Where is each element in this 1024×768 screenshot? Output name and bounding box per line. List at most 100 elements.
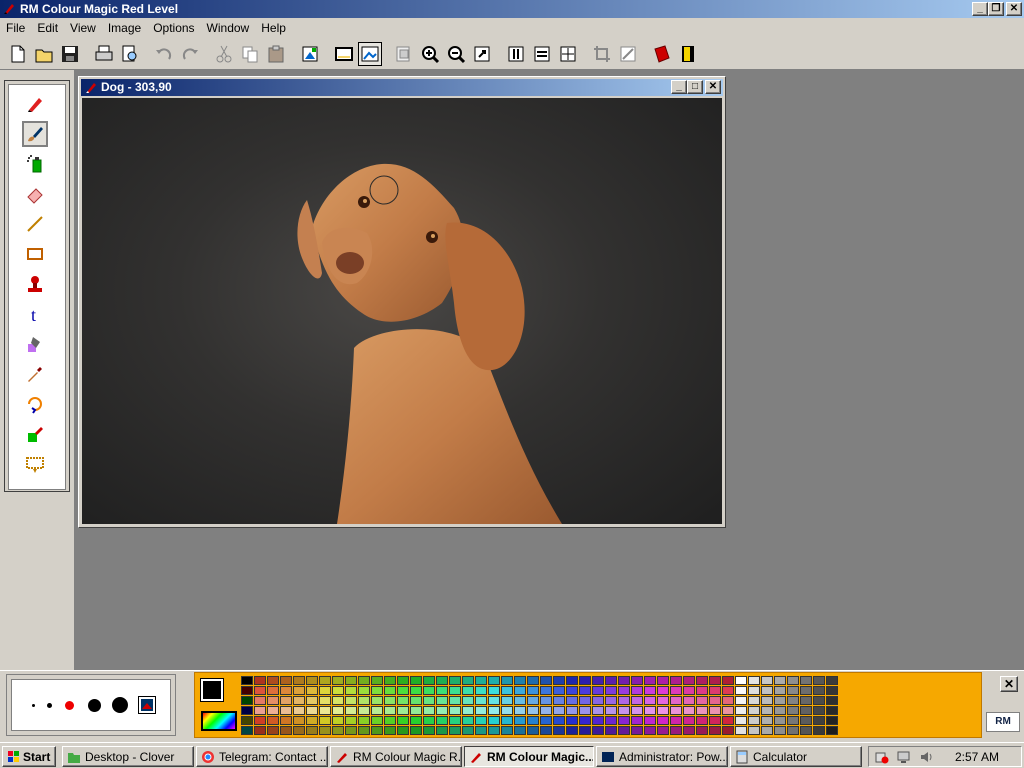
color-swatch[interactable] [787, 706, 799, 715]
color-swatch[interactable] [579, 706, 591, 715]
color-swatch[interactable] [410, 716, 422, 725]
color-swatch[interactable] [761, 676, 773, 685]
color-swatch[interactable] [657, 686, 669, 695]
color-swatch[interactable] [722, 676, 734, 685]
color-swatch[interactable] [631, 686, 643, 695]
color-swatch[interactable] [371, 686, 383, 695]
crop-icon[interactable] [590, 42, 614, 66]
stamp-icon[interactable] [22, 271, 48, 297]
color-swatch[interactable] [631, 706, 643, 715]
color-swatch[interactable] [618, 676, 630, 685]
color-swatch[interactable] [631, 696, 643, 705]
color-swatch[interactable] [774, 726, 786, 735]
color-swatch[interactable] [696, 676, 708, 685]
text-icon[interactable]: t [22, 301, 48, 327]
color-swatch[interactable] [384, 686, 396, 695]
color-swatch[interactable] [332, 706, 344, 715]
brush-size-extra-large[interactable] [112, 697, 128, 713]
color-swatch[interactable] [384, 706, 396, 715]
task-powershell[interactable]: Administrator: Pow... [596, 746, 728, 767]
color-swatch[interactable] [722, 696, 734, 705]
color-swatch[interactable] [774, 676, 786, 685]
color-swatch[interactable] [592, 686, 604, 695]
color-swatch[interactable] [709, 726, 721, 735]
task-desktop-clover[interactable]: Desktop - Clover [62, 746, 194, 767]
color-swatch[interactable] [553, 686, 565, 695]
fit-window-icon[interactable] [556, 42, 580, 66]
color-swatch[interactable] [449, 696, 461, 705]
color-swatch[interactable] [358, 726, 370, 735]
cut-icon[interactable] [212, 42, 236, 66]
color-swatch[interactable] [748, 686, 760, 695]
color-swatch[interactable] [683, 696, 695, 705]
color-swatch[interactable] [241, 706, 253, 715]
color-swatch[interactable] [384, 696, 396, 705]
color-swatch[interactable] [579, 726, 591, 735]
rotate-shape-icon[interactable] [22, 391, 48, 417]
color-swatch[interactable] [800, 676, 812, 685]
color-swatch[interactable] [813, 706, 825, 715]
color-swatch[interactable] [514, 726, 526, 735]
color-swatch[interactable] [254, 696, 266, 705]
close-palette-button[interactable]: ✕ [1000, 676, 1018, 692]
flip-horizontal-icon[interactable] [504, 42, 528, 66]
color-swatch[interactable] [696, 716, 708, 725]
color-swatch[interactable] [618, 706, 630, 715]
color-swatch[interactable] [436, 726, 448, 735]
color-swatch[interactable] [488, 726, 500, 735]
brush-size-tiny[interactable] [32, 704, 35, 707]
color-swatch[interactable] [449, 726, 461, 735]
color-swatch[interactable] [709, 706, 721, 715]
color-swatch[interactable] [787, 676, 799, 685]
color-swatch[interactable] [683, 686, 695, 695]
copy-icon[interactable] [238, 42, 262, 66]
color-swatch[interactable] [319, 696, 331, 705]
color-swatch[interactable] [358, 706, 370, 715]
color-swatch[interactable] [605, 726, 617, 735]
start-button[interactable]: Start [2, 746, 56, 767]
restore-button[interactable]: ❐ [988, 2, 1004, 16]
color-swatch[interactable] [579, 676, 591, 685]
color-swatch[interactable] [761, 686, 773, 695]
color-swatch[interactable] [540, 686, 552, 695]
color-swatch[interactable] [449, 676, 461, 685]
color-swatch[interactable] [306, 676, 318, 685]
menu-window[interactable]: Window [201, 21, 256, 35]
color-swatch[interactable] [748, 696, 760, 705]
color-swatch[interactable] [670, 716, 682, 725]
color-swatch[interactable] [475, 696, 487, 705]
color-swatch[interactable] [449, 716, 461, 725]
color-swatch[interactable] [826, 696, 838, 705]
color-swatch[interactable] [501, 676, 513, 685]
color-swatch[interactable] [605, 676, 617, 685]
color-swatch[interactable] [358, 696, 370, 705]
color-swatch[interactable] [371, 696, 383, 705]
color-swatch[interactable] [436, 676, 448, 685]
color-swatch[interactable] [800, 726, 812, 735]
color-swatch[interactable] [826, 686, 838, 695]
color-swatch[interactable] [241, 726, 253, 735]
color-swatch[interactable] [696, 696, 708, 705]
color-swatch[interactable] [488, 686, 500, 695]
color-swatch[interactable] [709, 686, 721, 695]
color-swatch[interactable] [423, 716, 435, 725]
color-swatch[interactable] [358, 686, 370, 695]
color-swatch[interactable] [657, 716, 669, 725]
color-swatch[interactable] [618, 696, 630, 705]
color-swatch[interactable] [254, 686, 266, 695]
color-swatch[interactable] [384, 726, 396, 735]
color-swatch[interactable] [384, 716, 396, 725]
color-swatch[interactable] [826, 716, 838, 725]
color-swatch[interactable] [579, 686, 591, 695]
color-swatch[interactable] [566, 716, 578, 725]
color-swatch[interactable] [397, 696, 409, 705]
color-swatch[interactable] [748, 726, 760, 735]
color-swatch[interactable] [397, 726, 409, 735]
color-swatch[interactable] [657, 706, 669, 715]
color-swatch[interactable] [709, 716, 721, 725]
color-swatch[interactable] [423, 726, 435, 735]
color-swatch[interactable] [527, 716, 539, 725]
menu-edit[interactable]: Edit [31, 21, 64, 35]
color-swatch[interactable] [280, 726, 292, 735]
copy-image-icon[interactable] [392, 42, 416, 66]
